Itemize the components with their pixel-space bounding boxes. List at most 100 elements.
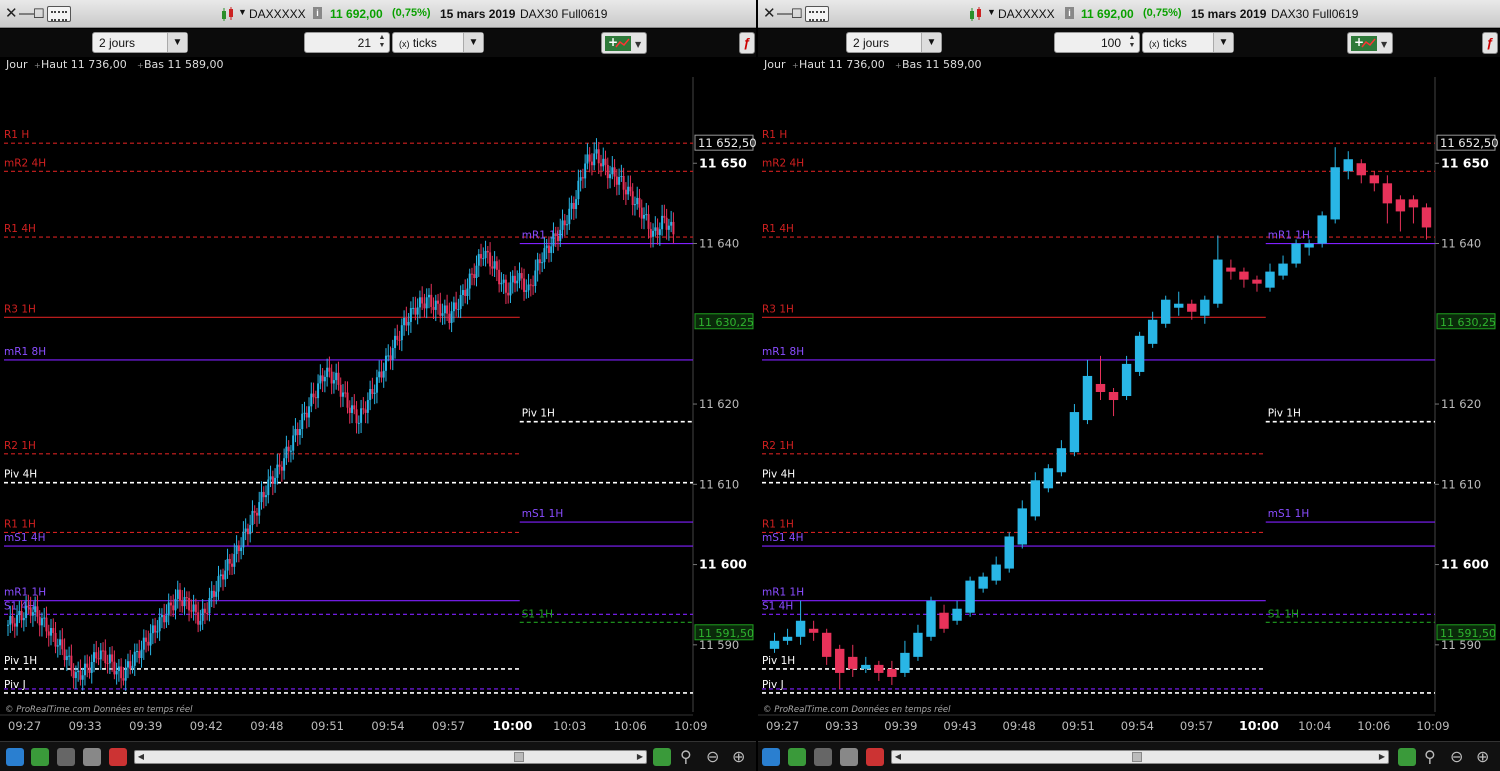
stepper-icon[interactable]: ▲ ▼: [376, 34, 388, 51]
minimize-icon[interactable]: —: [19, 5, 34, 23]
horizontal-scrollbar[interactable]: ◀ ▶: [134, 750, 647, 764]
keyboard-icon[interactable]: [805, 6, 829, 22]
trading-button[interactable]: ƒ: [1482, 32, 1498, 54]
candle-body: [298, 429, 301, 436]
candle-body: [835, 648, 845, 673]
time-tick-label: 09:48: [250, 719, 283, 733]
candle-body: [952, 608, 962, 621]
candle-body: [448, 313, 451, 323]
candle-body: [346, 392, 349, 408]
price-chart[interactable]: R1 H mR2 4H R1 4H mR1 1H R3 1H mR1 8H Piv 1H R2…: [0, 57, 756, 741]
candle-body: [861, 664, 871, 669]
units-input[interactable]: 100 ▲ ▼: [1054, 32, 1140, 53]
candle-body: [355, 409, 358, 424]
zoom-in-icon[interactable]: ⊕: [732, 747, 745, 767]
chevron-down-icon[interactable]: ▼: [167, 33, 187, 52]
tree-icon[interactable]: [814, 748, 832, 766]
instrument-name[interactable]: DAXXXXX: [998, 7, 1055, 21]
candle-body: [222, 574, 225, 580]
share-icon[interactable]: [762, 748, 780, 766]
trading-button[interactable]: ƒ: [739, 32, 755, 54]
chevron-down-icon[interactable]: ▼: [238, 7, 247, 17]
candle-body: [597, 149, 600, 164]
add-indicator-icon: + ▼: [605, 35, 642, 51]
share-icon[interactable]: [6, 748, 24, 766]
candle-body: [95, 652, 98, 659]
drawing-tools-icon[interactable]: [31, 748, 49, 766]
candle-body: [251, 510, 254, 526]
candle-body: [1278, 263, 1288, 276]
candle-body: [561, 220, 564, 230]
orders-icon[interactable]: [866, 748, 884, 766]
candle-body: [206, 612, 209, 614]
zoom-out-icon[interactable]: ⊖: [1450, 747, 1463, 767]
scroll-thumb[interactable]: [1132, 752, 1142, 762]
candle-body: [606, 164, 609, 179]
candle-body: [1252, 279, 1262, 284]
info-icon[interactable]: i: [1065, 7, 1074, 19]
candle-body: [527, 284, 530, 291]
chevron-down-icon[interactable]: ▼: [987, 7, 996, 17]
instrument-name[interactable]: DAXXXXX: [249, 7, 306, 21]
add-indicator-button[interactable]: + ▼: [1347, 32, 1393, 54]
candle-body: [190, 610, 193, 612]
candle-body: [115, 671, 118, 675]
zoom-fit-icon[interactable]: ⚲: [680, 747, 692, 767]
chevron-down-icon[interactable]: ▼: [921, 33, 941, 52]
pivot-label: S1 4H: [762, 600, 793, 612]
candle-body: [265, 495, 268, 498]
scroll-left-icon[interactable]: ◀: [892, 751, 904, 763]
candle-body: [240, 547, 243, 552]
maximize-icon[interactable]: ☐: [791, 5, 803, 23]
zoom-in-icon[interactable]: ⊕: [1476, 747, 1489, 767]
orders-icon[interactable]: [109, 748, 127, 766]
stepper-icon[interactable]: ▲ ▼: [1126, 34, 1138, 51]
candle-body: [305, 412, 308, 418]
chevron-down-icon[interactable]: ▼: [1213, 33, 1233, 52]
maximize-icon[interactable]: ☐: [33, 5, 45, 23]
candle-body: [520, 273, 523, 279]
units-input[interactable]: 21 ▲ ▼: [304, 32, 390, 53]
period-dropdown[interactable]: 2 jours ▼: [92, 32, 188, 53]
info-icon[interactable]: i: [313, 7, 322, 19]
candle-body: [212, 590, 215, 597]
scroll-right-icon[interactable]: ▶: [634, 751, 646, 763]
candle-body: [618, 176, 621, 185]
candle-body: [366, 399, 369, 413]
chevron-down-icon[interactable]: ▼: [463, 33, 483, 52]
add-indicator-button[interactable]: + ▼: [601, 32, 647, 54]
period-dropdown[interactable]: 2 jours ▼: [846, 32, 942, 53]
units-prefix-value: x: [402, 39, 407, 49]
zoom-out-icon[interactable]: ⊖: [706, 747, 719, 767]
scroll-right-icon[interactable]: ▶: [1376, 751, 1388, 763]
zoom-fit-icon[interactable]: ⚲: [1424, 747, 1436, 767]
candle-body: [489, 252, 492, 267]
price-tick-label: 11 650: [699, 155, 747, 170]
chart-type-icon[interactable]: [653, 748, 671, 766]
tree-icon[interactable]: [57, 748, 75, 766]
grid-icon[interactable]: [840, 748, 858, 766]
units-type-dropdown[interactable]: (x) ticks ▼: [392, 32, 484, 53]
candle-body: [423, 303, 426, 309]
scroll-thumb[interactable]: [514, 752, 524, 762]
close-icon[interactable]: ✕: [5, 5, 18, 23]
candle-body: [97, 658, 100, 660]
candle-body: [312, 393, 315, 398]
minimize-icon[interactable]: —: [777, 5, 792, 23]
keyboard-icon[interactable]: [47, 6, 71, 22]
candle-body: [50, 628, 53, 636]
candle-body: [38, 616, 41, 626]
chart-type-icon[interactable]: [1398, 748, 1416, 766]
drawing-tools-icon[interactable]: [788, 748, 806, 766]
candle-body: [321, 375, 324, 382]
candle-body: [226, 558, 229, 571]
close-icon[interactable]: ✕: [763, 5, 776, 23]
candle-body: [1069, 412, 1080, 453]
price-chart[interactable]: R1 H mR2 4H R1 4H mR1 1H R3 1H mR1 8H Piv 1H R2…: [758, 57, 1500, 741]
units-type-dropdown[interactable]: (x) ticks ▼: [1142, 32, 1234, 53]
grid-icon[interactable]: [83, 748, 101, 766]
candlestick-icon[interactable]: [220, 6, 236, 22]
horizontal-scrollbar[interactable]: ◀ ▶: [891, 750, 1389, 764]
candlestick-icon[interactable]: [968, 6, 984, 22]
scroll-left-icon[interactable]: ◀: [135, 751, 147, 763]
